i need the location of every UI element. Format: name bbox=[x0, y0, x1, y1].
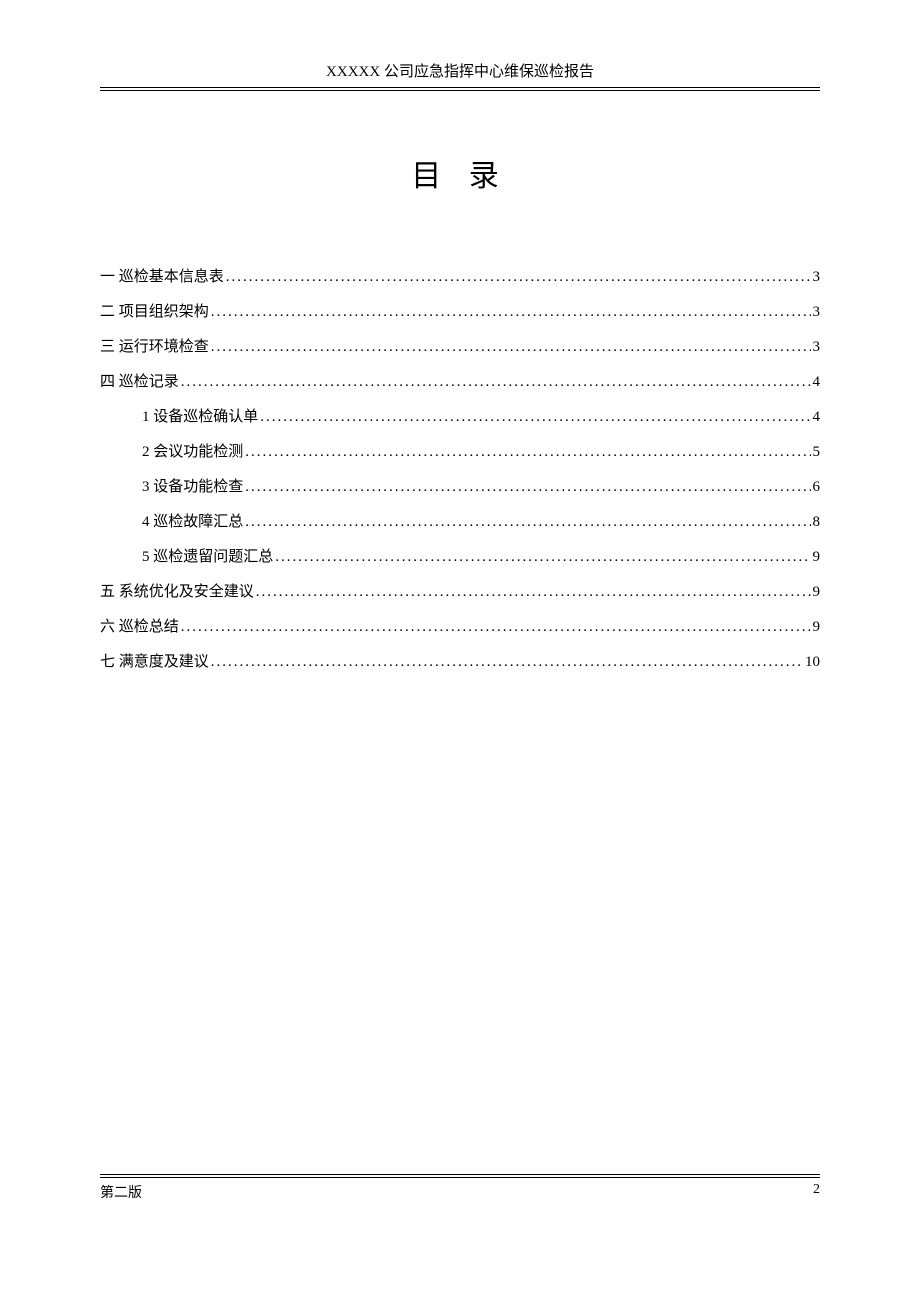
toc-entry-label: 七 满意度及建议 bbox=[100, 650, 209, 671]
toc-entry-page: 9 bbox=[813, 619, 821, 636]
toc-leader-dots bbox=[275, 549, 810, 566]
toc-entry-page: 3 bbox=[813, 304, 821, 321]
header-rule-top bbox=[100, 87, 820, 88]
toc-entry-label: 二 项目组织架构 bbox=[100, 300, 209, 321]
toc-leader-dots bbox=[181, 374, 811, 391]
toc-entry-label: 三 运行环境检查 bbox=[100, 335, 209, 356]
toc-entry[interactable]: 2 会议功能检测 5 bbox=[100, 440, 820, 461]
header-rule-bottom bbox=[100, 90, 820, 91]
toc-entry[interactable]: 五 系统优化及安全建议 9 bbox=[100, 580, 820, 601]
toc-entry-label: 5 巡检遗留问题汇总 bbox=[142, 545, 273, 566]
toc-leader-dots bbox=[211, 654, 803, 671]
toc-entry-page: 5 bbox=[813, 444, 821, 461]
toc-entry-label: 2 会议功能检测 bbox=[142, 440, 243, 461]
toc-entry-page: 10 bbox=[805, 654, 820, 671]
toc-entry-label: 四 巡检记录 bbox=[100, 370, 179, 391]
toc-entry-page: 4 bbox=[813, 374, 821, 391]
toc-entry-label: 六 巡检总结 bbox=[100, 615, 179, 636]
toc-title: 目 录 bbox=[100, 151, 820, 195]
toc-leader-dots bbox=[245, 479, 810, 496]
toc-entry[interactable]: 1 设备巡检确认单 4 bbox=[100, 405, 820, 426]
toc-leader-dots bbox=[245, 444, 810, 461]
table-of-contents: 一 巡检基本信息表3二 项目组织架构3三 运行环境检查3四 巡检记录41 设备巡… bbox=[100, 265, 820, 671]
toc-entry-label: 五 系统优化及安全建议 bbox=[100, 580, 254, 601]
toc-entry-page: 3 bbox=[813, 269, 821, 286]
toc-entry[interactable]: 三 运行环境检查 3 bbox=[100, 335, 820, 356]
toc-entry[interactable]: 六 巡检总结 9 bbox=[100, 615, 820, 636]
toc-entry-page: 8 bbox=[813, 514, 821, 531]
toc-entry-page: 9 bbox=[813, 549, 821, 566]
toc-leader-dots bbox=[256, 584, 811, 601]
toc-leader-dots bbox=[260, 409, 810, 426]
toc-entry-page: 9 bbox=[813, 584, 821, 601]
toc-entry[interactable]: 七 满意度及建议 10 bbox=[100, 650, 820, 671]
toc-entry-page: 4 bbox=[813, 409, 821, 426]
toc-leader-dots bbox=[211, 304, 811, 321]
toc-entry[interactable]: 4 巡检故障汇总 8 bbox=[100, 510, 820, 531]
toc-entry-page: 3 bbox=[813, 339, 821, 356]
toc-leader-dots bbox=[226, 269, 811, 286]
footer-page-number: 2 bbox=[813, 1182, 820, 1202]
toc-entry[interactable]: 一 巡检基本信息表 3 bbox=[100, 265, 820, 286]
footer-version: 第二版 bbox=[100, 1182, 142, 1202]
toc-entry-label: 4 巡检故障汇总 bbox=[142, 510, 243, 531]
page-footer: 第二版 2 bbox=[100, 1174, 820, 1202]
toc-leader-dots bbox=[181, 619, 811, 636]
page-header: XXXXX 公司应急指挥中心维保巡检报告 bbox=[100, 60, 820, 87]
toc-entry[interactable]: 5 巡检遗留问题汇总 9 bbox=[100, 545, 820, 566]
toc-entry-label: 3 设备功能检查 bbox=[142, 475, 243, 496]
toc-entry[interactable]: 3 设备功能检查 6 bbox=[100, 475, 820, 496]
toc-leader-dots bbox=[211, 339, 811, 356]
toc-entry-page: 6 bbox=[813, 479, 821, 496]
toc-leader-dots bbox=[245, 514, 810, 531]
toc-entry-label: 一 巡检基本信息表 bbox=[100, 265, 224, 286]
footer-rule-bottom bbox=[100, 1177, 820, 1178]
toc-entry[interactable]: 二 项目组织架构 3 bbox=[100, 300, 820, 321]
toc-entry-label: 1 设备巡检确认单 bbox=[142, 405, 258, 426]
toc-entry[interactable]: 四 巡检记录 4 bbox=[100, 370, 820, 391]
footer-rule-top bbox=[100, 1174, 820, 1175]
